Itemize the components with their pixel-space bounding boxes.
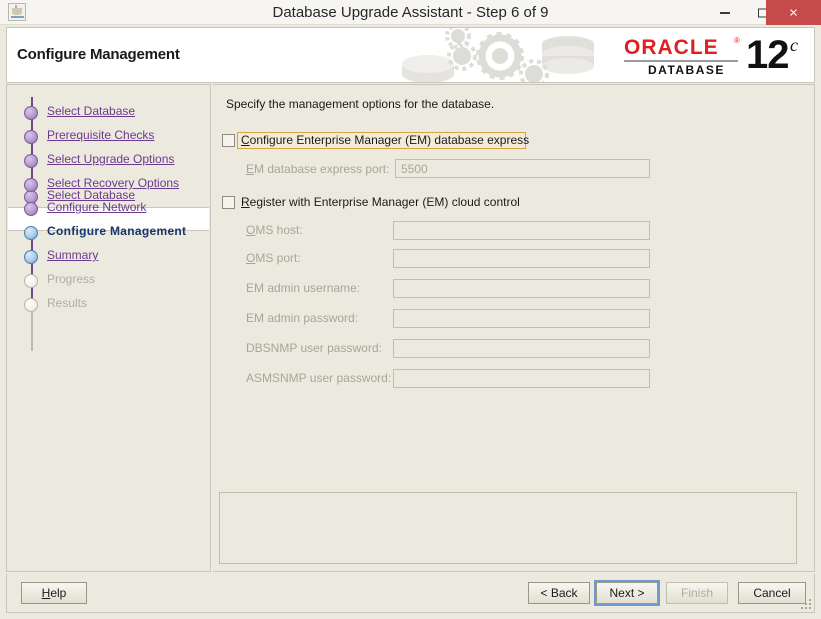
- sidebar-item-label: Prerequisite Checks: [47, 128, 155, 142]
- title-bar: Database Upgrade Assistant - Step 6 of 9…: [0, 0, 821, 25]
- cancel-button[interactable]: Cancel: [738, 582, 806, 604]
- oracle-version-suffix: c: [790, 35, 798, 55]
- oracle-trademark: ®: [734, 36, 740, 45]
- oms-port-label: OMS port:: [246, 251, 301, 265]
- message-panel: [219, 492, 797, 564]
- resize-grip[interactable]: [800, 598, 812, 610]
- step-bullet-done-icon: [24, 178, 38, 192]
- step-bullet-done-icon: [24, 130, 38, 144]
- sidebar-item-select-database-row[interactable]: Select Database: [7, 101, 210, 125]
- finish-button: Finish: [666, 582, 728, 604]
- gears-database-artwork-icon: [400, 28, 610, 82]
- page-title: Configure Management: [17, 46, 180, 63]
- em-express-port-label: EM database express port:: [246, 162, 390, 176]
- sidebar-item-label: Configure Network: [47, 200, 147, 214]
- oracle-divider: [624, 60, 738, 62]
- sidebar-item-label: Summary: [47, 248, 99, 262]
- em-express-port-input: 5500: [395, 159, 650, 178]
- configure-em-express-label: Configure Enterprise Manager (EM) databa…: [241, 133, 530, 147]
- dbsnmp-user-password-label: DBSNMP user password:: [246, 341, 382, 355]
- step-bullet-pending-icon: [24, 298, 38, 312]
- oms-host-input: [393, 221, 650, 240]
- next-button[interactable]: Next >: [596, 582, 658, 604]
- oms-port-input: [393, 249, 650, 268]
- asmsnmp-user-password-label: ASMSNMP user password:: [246, 371, 392, 385]
- em-express-port-value: 5500: [401, 162, 428, 176]
- sidebar-item-label: Select Upgrade Options: [47, 152, 175, 166]
- step-bullet-current-icon: [24, 226, 38, 240]
- sidebar-item-label: Configure Management: [47, 224, 187, 238]
- em-admin-username-input: [393, 279, 650, 298]
- register-em-cloud-control-label: Register with Enterprise Manager (EM) cl…: [241, 195, 520, 209]
- sidebar-item-prerequisite-checks[interactable]: Prerequisite Checks: [7, 125, 210, 149]
- sidebar-item-select-recovery-options[interactable]: Select Recovery Options: [7, 173, 210, 197]
- sidebar-item-configure-management[interactable]: Configure Management: [7, 221, 210, 245]
- register-em-cloud-control-checkbox[interactable]: [222, 196, 235, 209]
- close-icon: ×: [789, 4, 798, 21]
- oracle-version-number: 12: [746, 33, 789, 77]
- step-bullet-done-icon: [24, 202, 38, 216]
- step-bullet-pending-icon: [24, 274, 38, 288]
- sidebar-item-label: Select Database: [47, 104, 136, 118]
- minimize-button[interactable]: [705, 0, 745, 25]
- em-admin-username-label: EM admin username:: [246, 281, 361, 295]
- asmsnmp-user-password-input: [393, 369, 650, 388]
- step-bullet-done-icon: [24, 106, 38, 120]
- sidebar-item-select-upgrade-options[interactable]: Select Upgrade Options: [7, 149, 210, 173]
- oracle-product-text: DATABASE: [648, 63, 725, 77]
- sidebar-item-label: Progress: [47, 272, 96, 286]
- step-navigation-sidebar: Select Database Select Database Prerequi…: [6, 84, 211, 572]
- oms-host-label: OMS host:: [246, 223, 303, 237]
- em-admin-password-input: [393, 309, 650, 328]
- application-window: Database Upgrade Assistant - Step 6 of 9…: [0, 0, 821, 619]
- configure-em-express-checkbox[interactable]: [222, 134, 235, 147]
- instruction-text: Specify the management options for the d…: [226, 97, 495, 111]
- minimize-icon: [720, 11, 730, 14]
- oracle-brand-text: ORACLE: [624, 36, 719, 59]
- sidebar-item-configure-network[interactable]: Configure Network: [7, 197, 210, 221]
- window-title: Database Upgrade Assistant - Step 6 of 9: [272, 4, 549, 21]
- sidebar-item-label: Results: [47, 296, 88, 310]
- em-admin-password-label: EM admin password:: [246, 311, 359, 325]
- help-button[interactable]: Help: [21, 582, 87, 604]
- close-button[interactable]: ×: [766, 0, 821, 25]
- sidebar-item-label: Select Recovery Options: [47, 176, 180, 190]
- sidebar-item-results: Results: [7, 293, 210, 317]
- sidebar-item-progress: Progress: [7, 269, 210, 293]
- header-banner: Configure Management ORACLE ® DATABASE 1…: [6, 27, 815, 83]
- dbsnmp-user-password-input: [393, 339, 650, 358]
- oracle-logo: ORACLE ® DATABASE 12 c: [612, 32, 808, 80]
- sidebar-item-summary[interactable]: Summary: [7, 245, 210, 269]
- back-button[interactable]: < Back: [528, 582, 590, 604]
- step-bullet-done-icon: [24, 154, 38, 168]
- step-bullet-done-icon: [24, 250, 38, 264]
- button-bar: Help < Back Next > Finish Cancel: [6, 574, 815, 613]
